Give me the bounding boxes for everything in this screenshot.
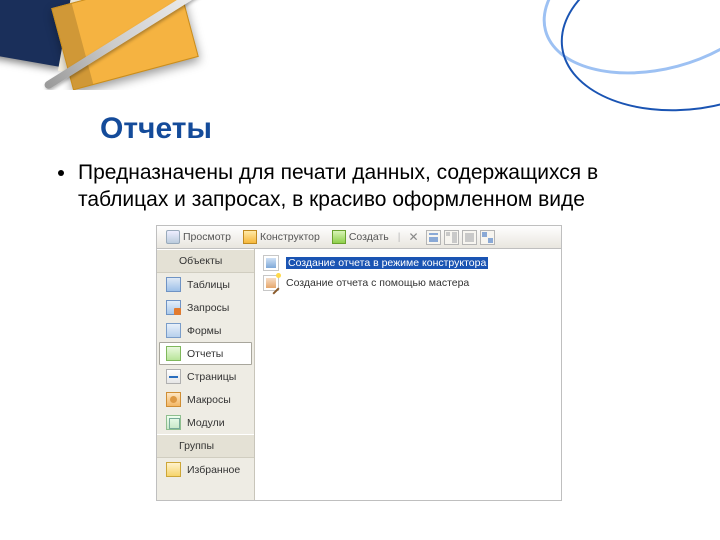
view-small-icon[interactable]: [444, 230, 459, 245]
objects-sidebar: Объекты Таблицы Запросы Формы Отчеты Стр…: [157, 249, 255, 500]
new-report-designer-icon: [263, 255, 279, 271]
toolbar-label: Конструктор: [260, 231, 320, 243]
view-details-icon[interactable]: [480, 230, 495, 245]
preview-button[interactable]: Просмотр: [161, 228, 236, 246]
report-list-panel: Создание отчета в режиме конструктора Со…: [255, 249, 561, 500]
sidebar-item-pages[interactable]: Страницы: [159, 365, 252, 388]
favorites-icon: [166, 462, 181, 477]
tables-icon: [166, 277, 181, 292]
access-toolbar: Просмотр Конструктор Создать | ✕: [156, 225, 562, 249]
macros-icon: [166, 392, 181, 407]
separator-icon: |: [396, 231, 403, 243]
sidebar-item-modules[interactable]: Модули: [159, 411, 252, 434]
modules-icon: [166, 415, 181, 430]
reports-icon: [166, 346, 181, 361]
sidebar-item-label: Модули: [187, 417, 225, 429]
sidebar-item-reports[interactable]: Отчеты: [159, 342, 252, 365]
bullet-text: Предназначены для печати данных, содержа…: [78, 160, 638, 214]
sidebar-item-label: Формы: [187, 325, 221, 337]
bullet-dot-icon: [58, 170, 64, 176]
embedded-screenshot: Просмотр Конструктор Создать | ✕ Объекты…: [156, 225, 562, 501]
view-large-icon[interactable]: [426, 230, 441, 245]
create-icon: [332, 230, 346, 244]
create-report-wizard[interactable]: Создание отчета с помощью мастера: [261, 274, 555, 292]
sidebar-item-label: Макросы: [187, 394, 231, 406]
sidebar-item-label: Избранное: [187, 464, 240, 476]
decor-swoosh: [550, 0, 720, 127]
toolbar-label: Создать: [349, 231, 389, 243]
bullet-item: Предназначены для печати данных, содержа…: [58, 160, 638, 214]
sidebar-item-label: Запросы: [187, 302, 229, 314]
slide-title: Отчеты: [100, 112, 212, 146]
toolbar-label: Просмотр: [183, 231, 231, 243]
sidebar-item-label: Страницы: [187, 371, 236, 383]
sidebar-item-forms[interactable]: Формы: [159, 319, 252, 342]
new-report-wizard-icon: [263, 275, 279, 291]
sidebar-group-objects: Объекты: [157, 249, 254, 273]
list-item-label: Создание отчета с помощью мастера: [286, 277, 469, 289]
delete-icon[interactable]: ✕: [404, 230, 422, 244]
create-report-designer[interactable]: Создание отчета в режиме конструктора: [261, 254, 555, 272]
create-button[interactable]: Создать: [327, 228, 394, 246]
sidebar-item-tables[interactable]: Таблицы: [159, 273, 252, 296]
sidebar-item-queries[interactable]: Запросы: [159, 296, 252, 319]
sidebar-item-macros[interactable]: Макросы: [159, 388, 252, 411]
forms-icon: [166, 323, 181, 338]
sidebar-item-favorites[interactable]: Избранное: [159, 458, 252, 481]
pages-icon: [166, 369, 181, 384]
sidebar-group-groups: Группы: [157, 434, 254, 458]
designer-icon: [243, 230, 257, 244]
designer-button[interactable]: Конструктор: [238, 228, 325, 246]
preview-icon: [166, 230, 180, 244]
sidebar-item-label: Таблицы: [187, 279, 230, 291]
queries-icon: [166, 300, 181, 315]
view-list-icon[interactable]: [462, 230, 477, 245]
sidebar-item-label: Отчеты: [187, 348, 223, 360]
list-item-label: Создание отчета в режиме конструктора: [286, 257, 488, 269]
slide-decoration: [0, 0, 280, 90]
